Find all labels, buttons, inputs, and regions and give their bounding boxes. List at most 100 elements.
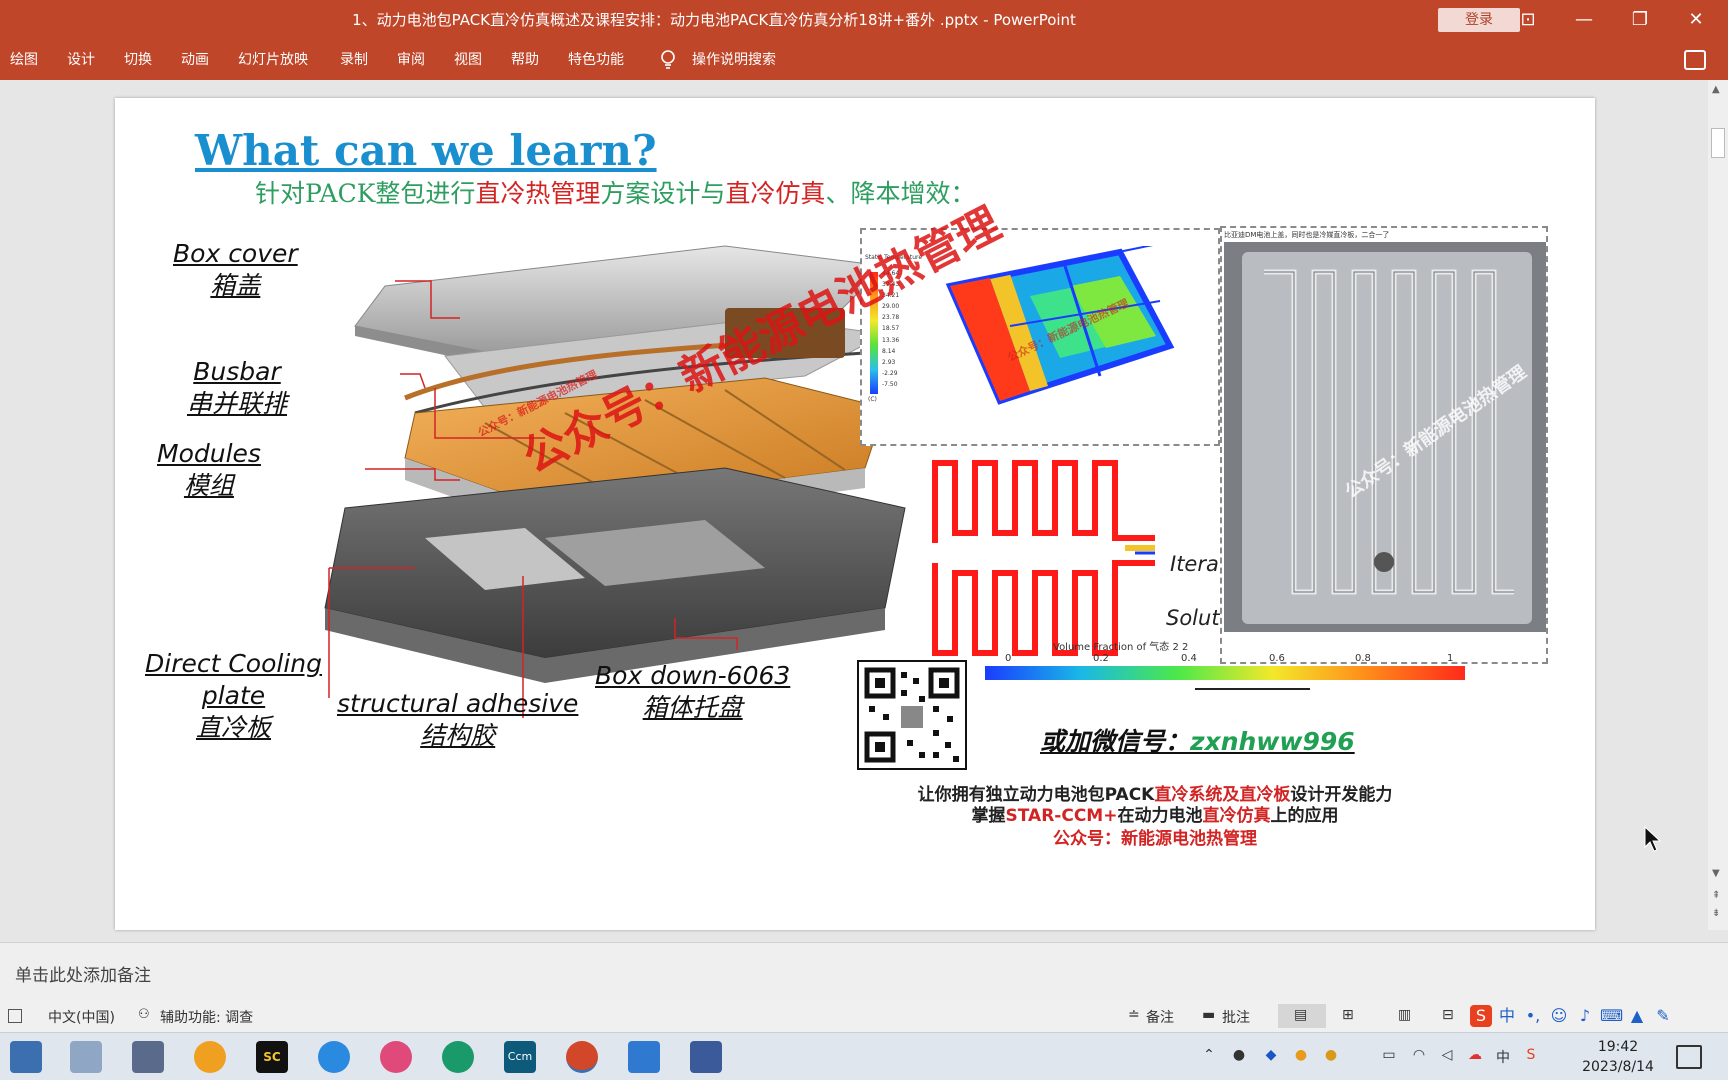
accessibility-status[interactable]: 辅助功能: 调查 [160,1007,253,1027]
colorbar-title: Volume Fraction of 气态 2 2 [1053,642,1189,653]
subtitle-part-highlight: 直冷仿真 [725,179,826,208]
sogou-ime-icon[interactable]: S [1470,1005,1492,1027]
tab-animations[interactable]: 动画 [181,40,209,80]
slideshow-icon[interactable]: ⊟ [1442,1007,1454,1023]
taskbar-browser-icon[interactable] [318,1041,350,1073]
footer-line-3: 公众号：新能源电池热管理 [1053,829,1257,849]
wechat-prefix: 或加微信号： [1040,727,1191,756]
comments-status-icon: ▬ [1202,1007,1216,1023]
cooling-plate-photo-render [1224,242,1546,632]
tray-search-icon[interactable]: ● [1322,1047,1340,1065]
language-indicator[interactable]: 中文(中国) [48,1007,115,1027]
clock-date: 2023/8/14 [1582,1059,1654,1075]
qr-code-icon [857,660,967,770]
taskbar: SC Ccm ⌃ ● ◆ ● ● ▭ ◠ ◁ ☁ 中 S 19:42 2023/… [0,1032,1728,1080]
label-box-cover: Box cover 箱盖 [173,238,298,302]
taskbar-book-icon[interactable] [132,1041,164,1073]
label-en: Box down-6063 [595,661,791,690]
battery-icon[interactable]: ▭ [1380,1047,1398,1065]
keyboard-icon[interactable]: ⌨ [1600,1005,1623,1027]
label-structural-adhesive: structural adhesive 结构胶 [337,688,578,752]
slide-subtitle: 针对PACK整包进行直冷热管理方案设计与直冷仿真、降本增效： [255,174,975,210]
ime-mode-indicator[interactable]: 中 [1496,1005,1518,1027]
mouse-cursor-icon [1644,826,1662,852]
title-bar: 1、动力电池包PACK直冷仿真概述及课程安排：动力电池PACK直冷仿真分析18讲… [0,0,1728,40]
subtitle-part-highlight: 直冷热管理 [475,179,601,208]
tab-view[interactable]: 视图 [454,40,482,80]
tell-me-search[interactable]: 操作说明搜索 [692,40,776,80]
taskbar-sc-icon[interactable]: SC [256,1041,288,1073]
ribbon-display-options-icon[interactable]: ⊡ [1500,0,1556,40]
photo-caption: 比亚迪DM电池上盖，同时也是冷媒直冷板，二合一了 [1224,231,1390,239]
close-button[interactable]: ✕ [1668,0,1724,40]
tray-app-icon[interactable]: ● [1292,1047,1310,1065]
taskbar-powerpoint-icon[interactable] [566,1041,598,1073]
label-en: Box cover [173,239,298,268]
taskbar-video-icon[interactable] [690,1041,722,1073]
tab-transitions[interactable]: 切换 [124,40,152,80]
tray-mic-icon[interactable]: ● [1230,1047,1248,1065]
label-en: structural adhesive [337,689,579,718]
tab-design[interactable]: 设计 [67,40,95,80]
subtitle-part: 针对PACK整包进行 [255,179,476,208]
status-bar: 中文(中国) ⚇ 辅助功能: 调查 ≐ 备注 ▬ 批注 ▤ ⊞ ▥ ⊟ S 中 … [0,1000,1728,1032]
vertical-scrollbar[interactable]: ▲ ▼ ⇞ ⇟ [1708,80,1728,930]
label-cn: 直冷板 [196,713,272,742]
taskbar-app-icon[interactable] [380,1041,412,1073]
microphone-icon[interactable]: ♪ [1574,1005,1596,1027]
tray-sogou-icon[interactable]: S [1522,1047,1540,1065]
tab-record[interactable]: 录制 [340,40,368,80]
slide-title: What can we learn? [195,126,657,175]
footer-line-2: 掌握STAR-CCM+在动力电池直冷仿真上的应用 [971,806,1339,826]
label-en: Modules [157,439,261,468]
label-cn: 箱盖 [210,271,261,300]
scroll-down-icon[interactable]: ▼ [1712,868,1720,879]
notes-button[interactable]: 备注 [1146,1007,1174,1027]
wifi-icon[interactable]: ◠ [1410,1047,1428,1065]
tab-draw[interactable]: 绘图 [10,40,38,80]
taskbar-edge-icon[interactable] [442,1041,474,1073]
taskbar-photos-icon[interactable] [628,1041,660,1073]
tab-slideshow[interactable]: 幻灯片放映 [238,40,308,80]
tray-ime-indicator[interactable]: 中 [1494,1047,1512,1066]
cooling-plate-diagram [932,460,1155,656]
label-en: Direct Cooling [145,649,323,678]
notification-center-icon[interactable] [1676,1045,1702,1069]
tray-expand-icon[interactable]: ⌃ [1200,1047,1218,1065]
tab-help[interactable]: 帮助 [511,40,539,80]
volume-icon[interactable]: ◁ [1438,1047,1456,1065]
previous-slide-icon[interactable]: ⇞ [1712,890,1720,901]
notes-placeholder[interactable]: 单击此处添加备注 [15,961,151,986]
punctuation-icon[interactable]: •, [1522,1005,1544,1027]
comments-icon[interactable] [1684,50,1706,70]
label-busbar: Busbar 串并联排 [187,356,287,420]
divider-line [1195,688,1310,690]
taskbar-network-app-icon[interactable] [70,1041,102,1073]
volume-fraction-colorbar [985,666,1465,680]
taskbar-calculator-icon[interactable] [10,1041,42,1073]
tray-cloud-icon[interactable]: ☁ [1466,1047,1484,1065]
notes-pane[interactable]: 单击此处添加备注 [0,942,1728,1000]
reading-view-icon[interactable]: ▥ [1398,1007,1411,1023]
taskbar-starccm-icon[interactable]: Ccm [504,1041,536,1073]
tab-review[interactable]: 审阅 [397,40,425,80]
scroll-thumb[interactable] [1711,128,1725,158]
comments-button[interactable]: 批注 [1222,1007,1250,1027]
tray-shield-icon[interactable]: ◆ [1262,1047,1280,1065]
skin-icon[interactable]: ▲ [1626,1005,1648,1027]
wechat-id: zxnhww996 [1190,727,1355,756]
emoji-icon[interactable]: ☺ [1548,1005,1570,1027]
scroll-up-icon[interactable]: ▲ [1712,84,1720,95]
taskbar-search-icon[interactable] [194,1041,226,1073]
restore-button[interactable]: ❐ [1612,0,1668,40]
ime-toolbar: S 中 •, ☺ ♪ ⌨ ▲ ✎ [1470,1002,1674,1030]
tab-features[interactable]: 特色功能 [568,40,624,80]
minimize-button[interactable]: — [1556,0,1612,40]
tools-icon[interactable]: ✎ [1652,1005,1674,1027]
slide-canvas[interactable]: What can we learn? 针对PACK整包进行直冷热管理方案设计与直… [115,98,1595,930]
iteration-label: Itera [1170,552,1219,576]
slide-sorter-icon[interactable]: ⊞ [1342,1007,1354,1023]
taskbar-clock[interactable]: 19:42 2023/8/14 [1578,1037,1658,1077]
next-slide-icon[interactable]: ⇟ [1712,908,1720,919]
slide-number-icon[interactable] [8,1009,22,1023]
